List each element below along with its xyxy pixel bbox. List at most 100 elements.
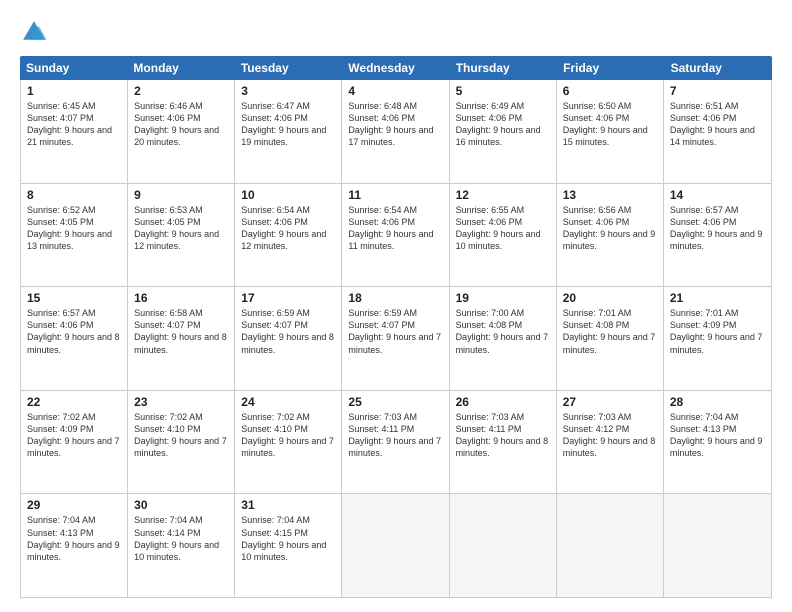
cell-info: Sunrise: 7:02 AMSunset: 4:10 PMDaylight:… (241, 412, 334, 458)
cell-info: Sunrise: 6:59 AMSunset: 4:07 PMDaylight:… (241, 308, 334, 354)
day-number: 18 (348, 291, 442, 305)
week-row-3: 15 Sunrise: 6:57 AMSunset: 4:06 PMDaylig… (21, 287, 771, 391)
day-number: 21 (670, 291, 765, 305)
day-cell-29: 29 Sunrise: 7:04 AMSunset: 4:13 PMDaylig… (21, 494, 128, 597)
empty-cell (557, 494, 664, 597)
day-cell-24: 24 Sunrise: 7:02 AMSunset: 4:10 PMDaylig… (235, 391, 342, 494)
day-cell-5: 5 Sunrise: 6:49 AMSunset: 4:06 PMDayligh… (450, 80, 557, 183)
header-day-tuesday: Tuesday (235, 56, 342, 80)
day-cell-17: 17 Sunrise: 6:59 AMSunset: 4:07 PMDaylig… (235, 287, 342, 390)
day-number: 9 (134, 188, 228, 202)
day-cell-21: 21 Sunrise: 7:01 AMSunset: 4:09 PMDaylig… (664, 287, 771, 390)
day-number: 19 (456, 291, 550, 305)
cell-info: Sunrise: 7:00 AMSunset: 4:08 PMDaylight:… (456, 308, 549, 354)
cell-info: Sunrise: 6:48 AMSunset: 4:06 PMDaylight:… (348, 101, 433, 147)
day-cell-8: 8 Sunrise: 6:52 AMSunset: 4:05 PMDayligh… (21, 184, 128, 287)
day-number: 6 (563, 84, 657, 98)
cell-info: Sunrise: 6:58 AMSunset: 4:07 PMDaylight:… (134, 308, 227, 354)
day-number: 17 (241, 291, 335, 305)
day-number: 16 (134, 291, 228, 305)
day-number: 22 (27, 395, 121, 409)
day-cell-14: 14 Sunrise: 6:57 AMSunset: 4:06 PMDaylig… (664, 184, 771, 287)
header-day-saturday: Saturday (665, 56, 772, 80)
week-row-2: 8 Sunrise: 6:52 AMSunset: 4:05 PMDayligh… (21, 184, 771, 288)
day-number: 23 (134, 395, 228, 409)
day-cell-18: 18 Sunrise: 6:59 AMSunset: 4:07 PMDaylig… (342, 287, 449, 390)
calendar-header: SundayMondayTuesdayWednesdayThursdayFrid… (20, 56, 772, 80)
cell-info: Sunrise: 7:02 AMSunset: 4:09 PMDaylight:… (27, 412, 120, 458)
day-number: 28 (670, 395, 765, 409)
day-cell-7: 7 Sunrise: 6:51 AMSunset: 4:06 PMDayligh… (664, 80, 771, 183)
empty-cell (664, 494, 771, 597)
cell-info: Sunrise: 6:54 AMSunset: 4:06 PMDaylight:… (348, 205, 433, 251)
cell-info: Sunrise: 6:50 AMSunset: 4:06 PMDaylight:… (563, 101, 648, 147)
cell-info: Sunrise: 6:49 AMSunset: 4:06 PMDaylight:… (456, 101, 541, 147)
day-number: 1 (27, 84, 121, 98)
day-cell-19: 19 Sunrise: 7:00 AMSunset: 4:08 PMDaylig… (450, 287, 557, 390)
day-cell-2: 2 Sunrise: 6:46 AMSunset: 4:06 PMDayligh… (128, 80, 235, 183)
day-cell-6: 6 Sunrise: 6:50 AMSunset: 4:06 PMDayligh… (557, 80, 664, 183)
page: SundayMondayTuesdayWednesdayThursdayFrid… (0, 0, 792, 612)
day-cell-11: 11 Sunrise: 6:54 AMSunset: 4:06 PMDaylig… (342, 184, 449, 287)
day-cell-3: 3 Sunrise: 6:47 AMSunset: 4:06 PMDayligh… (235, 80, 342, 183)
day-cell-10: 10 Sunrise: 6:54 AMSunset: 4:06 PMDaylig… (235, 184, 342, 287)
week-row-1: 1 Sunrise: 6:45 AMSunset: 4:07 PMDayligh… (21, 80, 771, 184)
cell-info: Sunrise: 6:51 AMSunset: 4:06 PMDaylight:… (670, 101, 755, 147)
day-number: 30 (134, 498, 228, 512)
day-number: 14 (670, 188, 765, 202)
calendar-body: 1 Sunrise: 6:45 AMSunset: 4:07 PMDayligh… (20, 80, 772, 598)
day-number: 15 (27, 291, 121, 305)
cell-info: Sunrise: 6:57 AMSunset: 4:06 PMDaylight:… (27, 308, 120, 354)
day-number: 13 (563, 188, 657, 202)
cell-info: Sunrise: 6:59 AMSunset: 4:07 PMDaylight:… (348, 308, 441, 354)
day-number: 2 (134, 84, 228, 98)
header-day-monday: Monday (127, 56, 234, 80)
logo (20, 18, 52, 46)
cell-info: Sunrise: 7:02 AMSunset: 4:10 PMDaylight:… (134, 412, 227, 458)
cell-info: Sunrise: 7:03 AMSunset: 4:12 PMDaylight:… (563, 412, 656, 458)
day-number: 11 (348, 188, 442, 202)
day-cell-23: 23 Sunrise: 7:02 AMSunset: 4:10 PMDaylig… (128, 391, 235, 494)
day-number: 5 (456, 84, 550, 98)
day-cell-31: 31 Sunrise: 7:04 AMSunset: 4:15 PMDaylig… (235, 494, 342, 597)
week-row-5: 29 Sunrise: 7:04 AMSunset: 4:13 PMDaylig… (21, 494, 771, 597)
calendar: SundayMondayTuesdayWednesdayThursdayFrid… (20, 56, 772, 598)
cell-info: Sunrise: 7:04 AMSunset: 4:13 PMDaylight:… (27, 515, 120, 561)
cell-info: Sunrise: 7:04 AMSunset: 4:13 PMDaylight:… (670, 412, 763, 458)
cell-info: Sunrise: 6:53 AMSunset: 4:05 PMDaylight:… (134, 205, 219, 251)
cell-info: Sunrise: 7:01 AMSunset: 4:09 PMDaylight:… (670, 308, 763, 354)
day-cell-27: 27 Sunrise: 7:03 AMSunset: 4:12 PMDaylig… (557, 391, 664, 494)
day-number: 12 (456, 188, 550, 202)
day-cell-28: 28 Sunrise: 7:04 AMSunset: 4:13 PMDaylig… (664, 391, 771, 494)
day-cell-16: 16 Sunrise: 6:58 AMSunset: 4:07 PMDaylig… (128, 287, 235, 390)
day-number: 29 (27, 498, 121, 512)
day-cell-22: 22 Sunrise: 7:02 AMSunset: 4:09 PMDaylig… (21, 391, 128, 494)
cell-info: Sunrise: 6:55 AMSunset: 4:06 PMDaylight:… (456, 205, 541, 251)
day-cell-30: 30 Sunrise: 7:04 AMSunset: 4:14 PMDaylig… (128, 494, 235, 597)
cell-info: Sunrise: 6:52 AMSunset: 4:05 PMDaylight:… (27, 205, 112, 251)
day-number: 24 (241, 395, 335, 409)
header-day-sunday: Sunday (20, 56, 127, 80)
empty-cell (342, 494, 449, 597)
day-number: 4 (348, 84, 442, 98)
day-number: 25 (348, 395, 442, 409)
cell-info: Sunrise: 6:54 AMSunset: 4:06 PMDaylight:… (241, 205, 326, 251)
header-day-friday: Friday (557, 56, 664, 80)
empty-cell (450, 494, 557, 597)
cell-info: Sunrise: 6:45 AMSunset: 4:07 PMDaylight:… (27, 101, 112, 147)
day-number: 20 (563, 291, 657, 305)
day-cell-20: 20 Sunrise: 7:01 AMSunset: 4:08 PMDaylig… (557, 287, 664, 390)
header-day-wednesday: Wednesday (342, 56, 449, 80)
week-row-4: 22 Sunrise: 7:02 AMSunset: 4:09 PMDaylig… (21, 391, 771, 495)
day-number: 3 (241, 84, 335, 98)
header-day-thursday: Thursday (450, 56, 557, 80)
cell-info: Sunrise: 6:56 AMSunset: 4:06 PMDaylight:… (563, 205, 656, 251)
logo-icon (20, 18, 48, 46)
cell-info: Sunrise: 7:01 AMSunset: 4:08 PMDaylight:… (563, 308, 656, 354)
cell-info: Sunrise: 6:46 AMSunset: 4:06 PMDaylight:… (134, 101, 219, 147)
cell-info: Sunrise: 7:04 AMSunset: 4:15 PMDaylight:… (241, 515, 326, 561)
cell-info: Sunrise: 7:04 AMSunset: 4:14 PMDaylight:… (134, 515, 219, 561)
day-number: 31 (241, 498, 335, 512)
day-number: 26 (456, 395, 550, 409)
day-cell-4: 4 Sunrise: 6:48 AMSunset: 4:06 PMDayligh… (342, 80, 449, 183)
